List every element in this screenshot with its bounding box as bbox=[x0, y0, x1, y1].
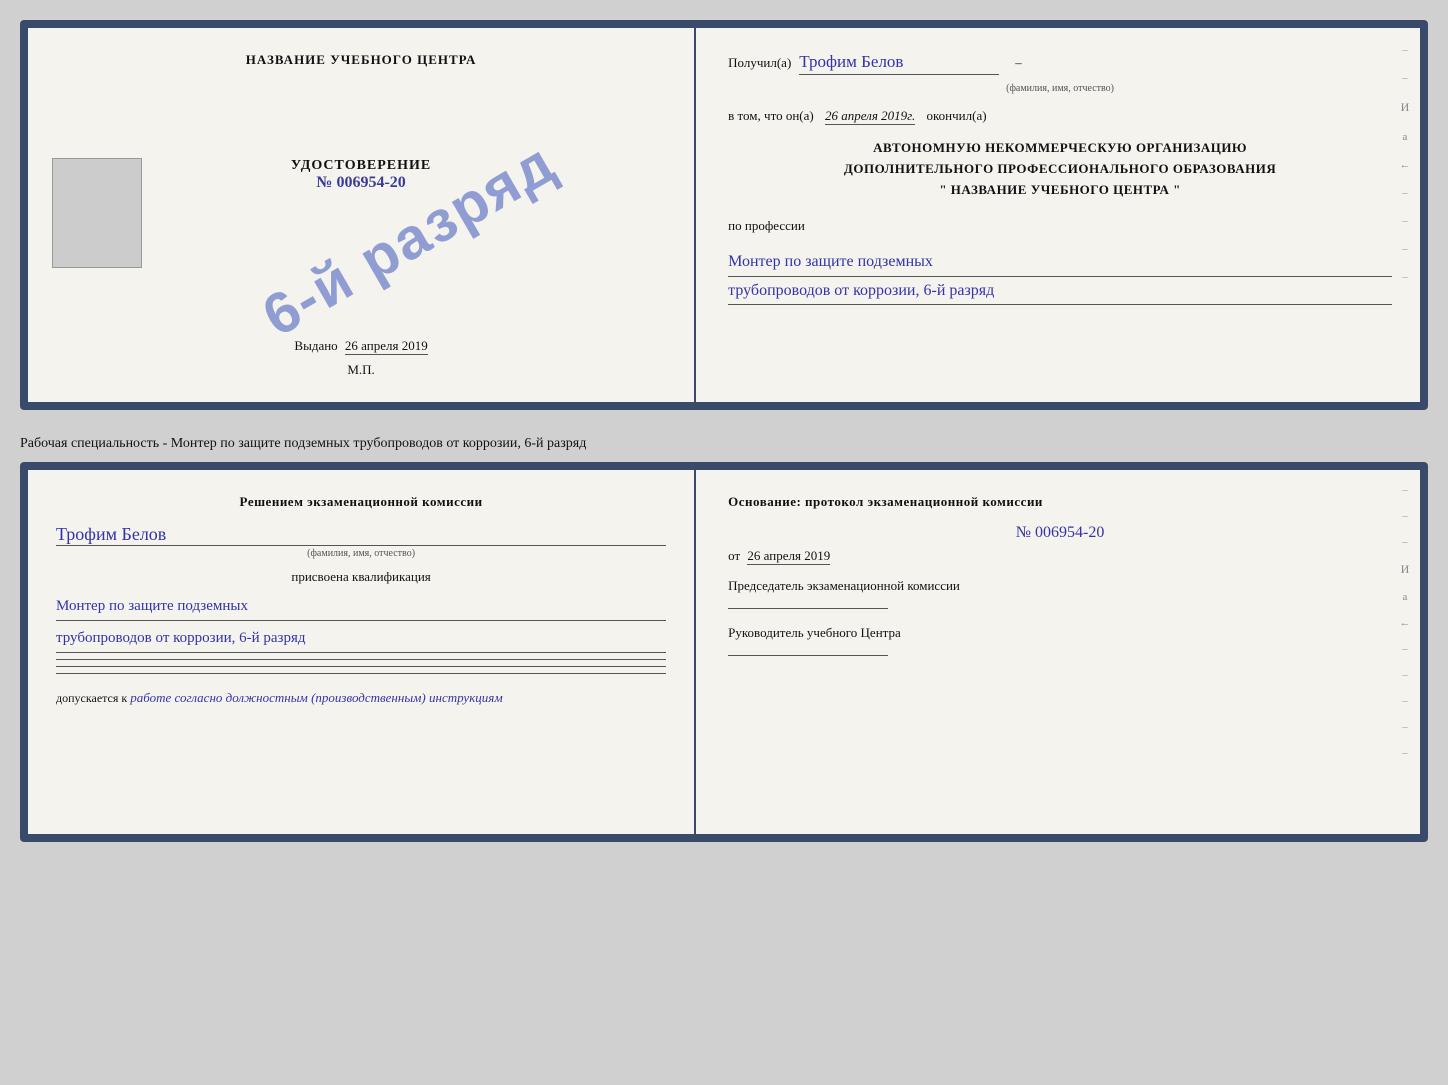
ot-label: от bbox=[728, 548, 740, 563]
resheniem-title: Решением экзаменационной комиссии bbox=[56, 494, 666, 510]
dash: – bbox=[1015, 55, 1022, 71]
qualification-line2: трубопроводов от коррозии, 6-й разряд bbox=[56, 625, 666, 653]
recipient-name-bot: Трофим Белов bbox=[56, 524, 666, 546]
org-line3: " НАЗВАНИЕ УЧЕБНОГО ЦЕНТРА " bbox=[728, 180, 1392, 201]
vtom-line: в том, что он(а) 26 апреля 2019г. окончи… bbox=[728, 108, 1392, 124]
director-signature-line bbox=[728, 655, 888, 656]
dopuskaetsya-line: допускается к работе согласно должностны… bbox=[56, 690, 666, 706]
chairman-label: Председатель экзаменационной комиссии bbox=[728, 578, 1392, 594]
profession-block: Монтер по защите подземных трубопроводов… bbox=[728, 248, 1392, 304]
right-margin-lines: – – И а ← – – – – bbox=[1390, 28, 1420, 402]
okonchil-label: окончил(а) bbox=[927, 108, 987, 123]
recipient-name-top: Трофим Белов bbox=[799, 52, 999, 75]
chairman-block: Председатель экзаменационной комиссии bbox=[728, 578, 1392, 609]
bottom-cert-right: Основание: протокол экзаменационной коми… bbox=[696, 470, 1420, 834]
top-cert-right: Получил(а) Трофим Белов – (фамилия, имя,… bbox=[696, 28, 1420, 402]
fio-caption-top: (фамилия, имя, отчество) bbox=[728, 83, 1392, 94]
protocol-number: № 006954-20 bbox=[728, 524, 1392, 542]
qualification-line1: Монтер по защите подземных bbox=[56, 593, 666, 621]
top-cert-left: НАЗВАНИЕ УЧЕБНОГО ЦЕНТРА 6-й разряд УДОС… bbox=[28, 28, 696, 402]
dopusk-text: работе согласно должностным (производств… bbox=[130, 690, 502, 705]
bottom-cert-left: Решением экзаменационной комиссии Трофим… bbox=[28, 470, 696, 834]
right-margin-lines-bot: – – – И а ← – – – – – bbox=[1390, 470, 1420, 834]
ot-line: от 26 апреля 2019 bbox=[728, 548, 1392, 564]
vtom-label: в том, что он(а) bbox=[728, 108, 814, 123]
completion-date: 26 апреля 2019г. bbox=[825, 108, 915, 125]
top-certificate: НАЗВАНИЕ УЧЕБНОГО ЦЕНТРА 6-й разряд УДОС… bbox=[20, 20, 1428, 410]
bottom-certificate: Решением экзаменационной комиссии Трофим… bbox=[20, 462, 1428, 842]
dopuskaetsya-label: допускается к bbox=[56, 691, 127, 705]
profession-line1: Монтер по защите подземных bbox=[728, 248, 1392, 276]
osnovanie-title: Основание: протокол экзаменационной коми… bbox=[728, 494, 1392, 510]
ito-mark: И bbox=[1394, 100, 1416, 115]
profession-line2: трубопроводов от коррозии, 6-й разряд bbox=[728, 277, 1392, 305]
chairman-signature-line bbox=[728, 608, 888, 609]
prisvoena-label: присвоена квалификация bbox=[56, 569, 666, 585]
poluchil-label: Получил(а) bbox=[728, 55, 791, 71]
po-professii-label: по профессии bbox=[728, 218, 1392, 234]
org-line2: ДОПОЛНИТЕЛЬНОГО ПРОФЕССИОНАЛЬНОГО ОБРАЗО… bbox=[728, 159, 1392, 180]
org-block: АВТОНОМНУЮ НЕКОММЕРЧЕСКУЮ ОРГАНИЗАЦИЮ ДО… bbox=[728, 138, 1392, 200]
fio-caption-bot: (фамилия, имя, отчество) bbox=[56, 548, 666, 559]
photo-placeholder bbox=[52, 158, 142, 268]
director-block: Руководитель учебного Центра bbox=[728, 625, 1392, 656]
specialty-line: Рабочая специальность - Монтер по защите… bbox=[20, 426, 1428, 462]
org-line1: АВТОНОМНУЮ НЕКОММЕРЧЕСКУЮ ОРГАНИЗАЦИЮ bbox=[728, 138, 1392, 159]
top-left-title: НАЗВАНИЕ УЧЕБНОГО ЦЕНТРА bbox=[246, 52, 477, 68]
ot-date: 26 апреля 2019 bbox=[747, 548, 830, 565]
poluchil-line: Получил(а) Трофим Белов – (фамилия, имя,… bbox=[728, 52, 1392, 94]
director-label: Руководитель учебного Центра bbox=[728, 625, 1392, 641]
